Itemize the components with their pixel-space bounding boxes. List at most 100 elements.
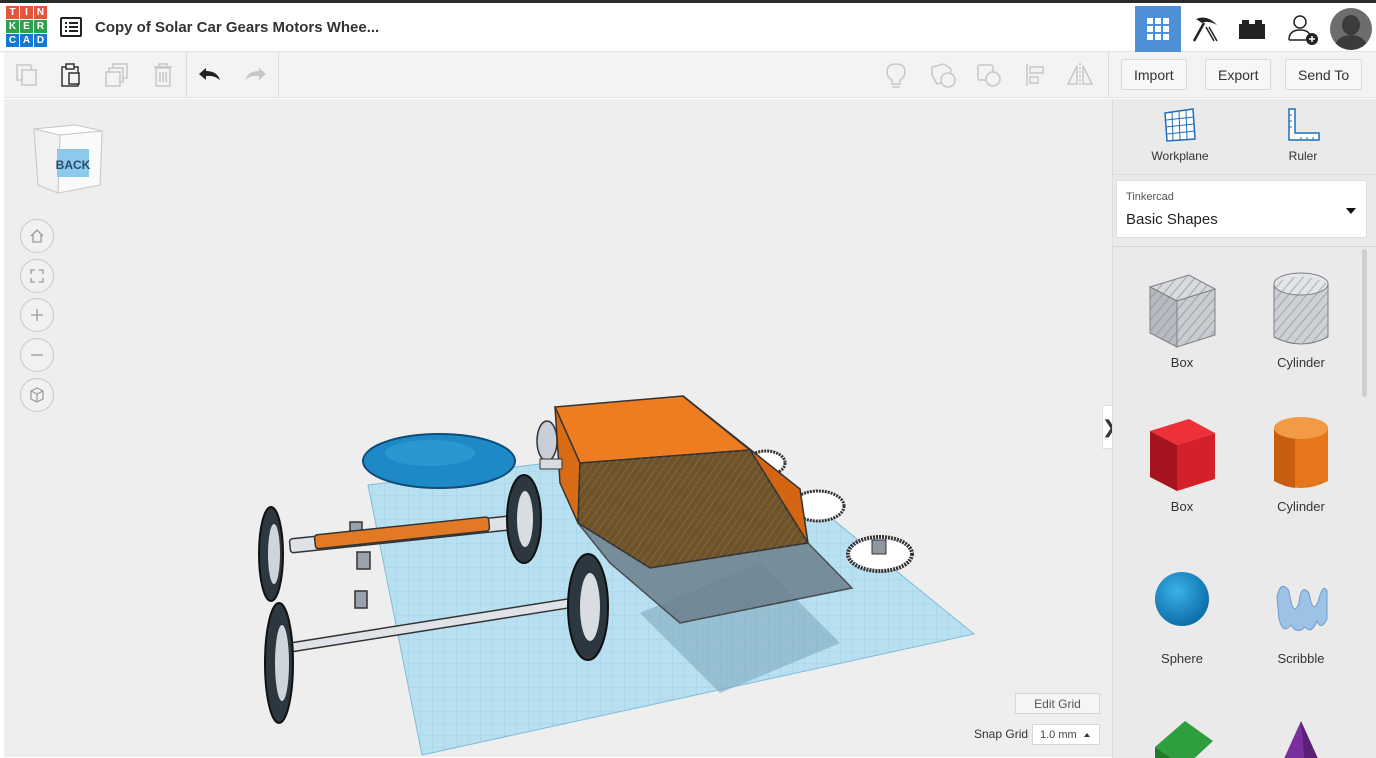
shape-cylinder[interactable]: Cylinder	[1251, 415, 1351, 514]
fit-view-button[interactable]	[20, 259, 54, 293]
redo-button[interactable]	[240, 60, 270, 90]
paste-icon	[61, 63, 80, 87]
shape-pyramid[interactable]	[1251, 719, 1351, 758]
box-hole-icon	[1148, 274, 1217, 348]
notes-icon	[886, 63, 906, 88]
shape-label: Box	[1170, 499, 1194, 514]
ruler-tool[interactable]: Ruler	[1253, 107, 1353, 163]
delete-icon	[154, 63, 172, 87]
align-icon	[1026, 64, 1044, 86]
copy-icon	[16, 64, 37, 86]
align-button[interactable]	[1020, 60, 1050, 90]
view-cube-face-label: BACK	[56, 158, 91, 172]
undo-icon	[199, 68, 220, 80]
logo-letter: E	[20, 20, 33, 33]
delete-button[interactable]	[148, 60, 178, 90]
shape-library-select[interactable]: Tinkercad Basic Shapes	[1116, 180, 1367, 238]
shape-cylinder-hole[interactable]: Cylinder	[1251, 271, 1351, 370]
add-user-icon	[1288, 15, 1318, 45]
notes-button[interactable]	[881, 60, 911, 90]
design-title[interactable]: Copy of Solar Car Gears Motors Whee...	[95, 19, 379, 36]
cylinder-hole-icon	[1273, 272, 1329, 345]
snap-grid-value: 1.0 mm	[1040, 728, 1077, 741]
logo-letter: R	[34, 20, 47, 33]
blue-sphere-icon	[1155, 572, 1209, 626]
shape-box[interactable]: Box	[1132, 415, 1232, 514]
ruler-label: Ruler	[1288, 149, 1318, 163]
tinkercad-logo[interactable]: TIN KER CAD	[6, 6, 48, 48]
shape-sphere[interactable]: Sphere	[1132, 569, 1232, 666]
edit-toolbar: Import Export Send To	[4, 52, 1376, 98]
export-button[interactable]: Export	[1205, 59, 1272, 90]
snap-grid-select[interactable]: 1.0 mm	[1032, 724, 1100, 745]
logo-letter: C	[6, 34, 19, 47]
blue-ellipsoid[interactable]	[362, 433, 516, 489]
send-to-button[interactable]: Send To	[1285, 59, 1363, 90]
library-source: Tinkercad	[1126, 191, 1174, 203]
home-view-button[interactable]	[20, 219, 54, 253]
caret-up-icon	[1084, 733, 1090, 737]
top-header: TIN KER CAD Copy of Solar Car Gears Motors…	[0, 6, 1376, 52]
panel-scrollbar[interactable]	[1362, 249, 1367, 397]
red-box-icon	[1150, 419, 1215, 491]
shape-label: Sphere	[1161, 651, 1203, 666]
view-cube[interactable]: BACK	[30, 123, 108, 203]
perspective-button[interactable]	[20, 378, 54, 412]
invite-button[interactable]	[1280, 6, 1326, 52]
toolbar-divider	[1108, 52, 1109, 98]
ungroup-button[interactable]	[974, 60, 1004, 90]
edit-grid-button[interactable]: Edit Grid	[1015, 693, 1100, 714]
toolbar-divider	[186, 52, 187, 98]
import-button[interactable]: Import	[1121, 59, 1187, 90]
duplicate-button[interactable]	[102, 60, 132, 90]
green-roof-icon	[1155, 721, 1213, 758]
paste-button[interactable]	[56, 60, 86, 90]
redo-icon	[245, 68, 266, 80]
collapse-panel-button[interactable]: ❯	[1102, 405, 1112, 449]
scribble-icon	[1276, 585, 1328, 631]
workplane-label: Workplane	[1151, 149, 1209, 163]
grid-view-icon	[1147, 18, 1169, 40]
logo-letter: T	[6, 6, 19, 19]
shape-scribble[interactable]: Scribble	[1251, 569, 1351, 666]
tinkercad-app: TIN KER CAD Copy of Solar Car Gears Motors…	[0, 0, 1376, 758]
group-button[interactable]	[928, 60, 958, 90]
zoom-out-button[interactable]	[20, 338, 54, 372]
logo-letter: I	[20, 6, 33, 19]
copy-button[interactable]	[12, 60, 42, 90]
workplane-tool[interactable]: Workplane	[1130, 107, 1230, 163]
duplicate-icon	[105, 63, 128, 87]
user-avatar[interactable]	[1330, 8, 1372, 50]
bricks-icon	[1239, 20, 1265, 39]
design-list-icon[interactable]	[60, 17, 82, 37]
toolbar-divider	[278, 52, 279, 98]
group-icon	[931, 63, 956, 88]
3d-scene[interactable]	[4, 99, 1112, 757]
logo-letter: N	[34, 6, 47, 19]
logo-letter: K	[6, 20, 19, 33]
shape-box-hole[interactable]: Box	[1132, 271, 1232, 370]
shape-label: Box	[1170, 355, 1194, 370]
shape-label: Cylinder	[1277, 355, 1325, 370]
ruler-icon	[1288, 108, 1320, 141]
build-mode-button[interactable]	[1182, 6, 1228, 52]
bricks-mode-button[interactable]	[1229, 6, 1275, 52]
shape-label: Cylinder	[1277, 499, 1325, 514]
grid-view-button[interactable]	[1135, 6, 1181, 52]
pickaxe-icon	[1192, 17, 1218, 42]
perspective-icon	[30, 387, 44, 403]
home-view-icon	[30, 229, 44, 243]
logo-letter: D	[34, 34, 47, 47]
zoom-out-icon	[31, 354, 43, 356]
chevron-right-icon: ❯	[1102, 417, 1112, 438]
shape-roof[interactable]	[1132, 719, 1232, 758]
caret-down-icon	[1346, 208, 1356, 214]
fit-view-icon	[30, 269, 44, 283]
mirror-button[interactable]	[1065, 60, 1095, 90]
3d-workspace[interactable]: BACK Edit Grid Snap Grid 1.0 mm ❯	[4, 99, 1112, 757]
zoom-in-icon	[31, 309, 43, 321]
zoom-in-button[interactable]	[20, 298, 54, 332]
orange-cylinder-icon	[1274, 417, 1328, 488]
undo-button[interactable]	[195, 60, 225, 90]
purple-pyramid-icon	[1284, 721, 1318, 758]
